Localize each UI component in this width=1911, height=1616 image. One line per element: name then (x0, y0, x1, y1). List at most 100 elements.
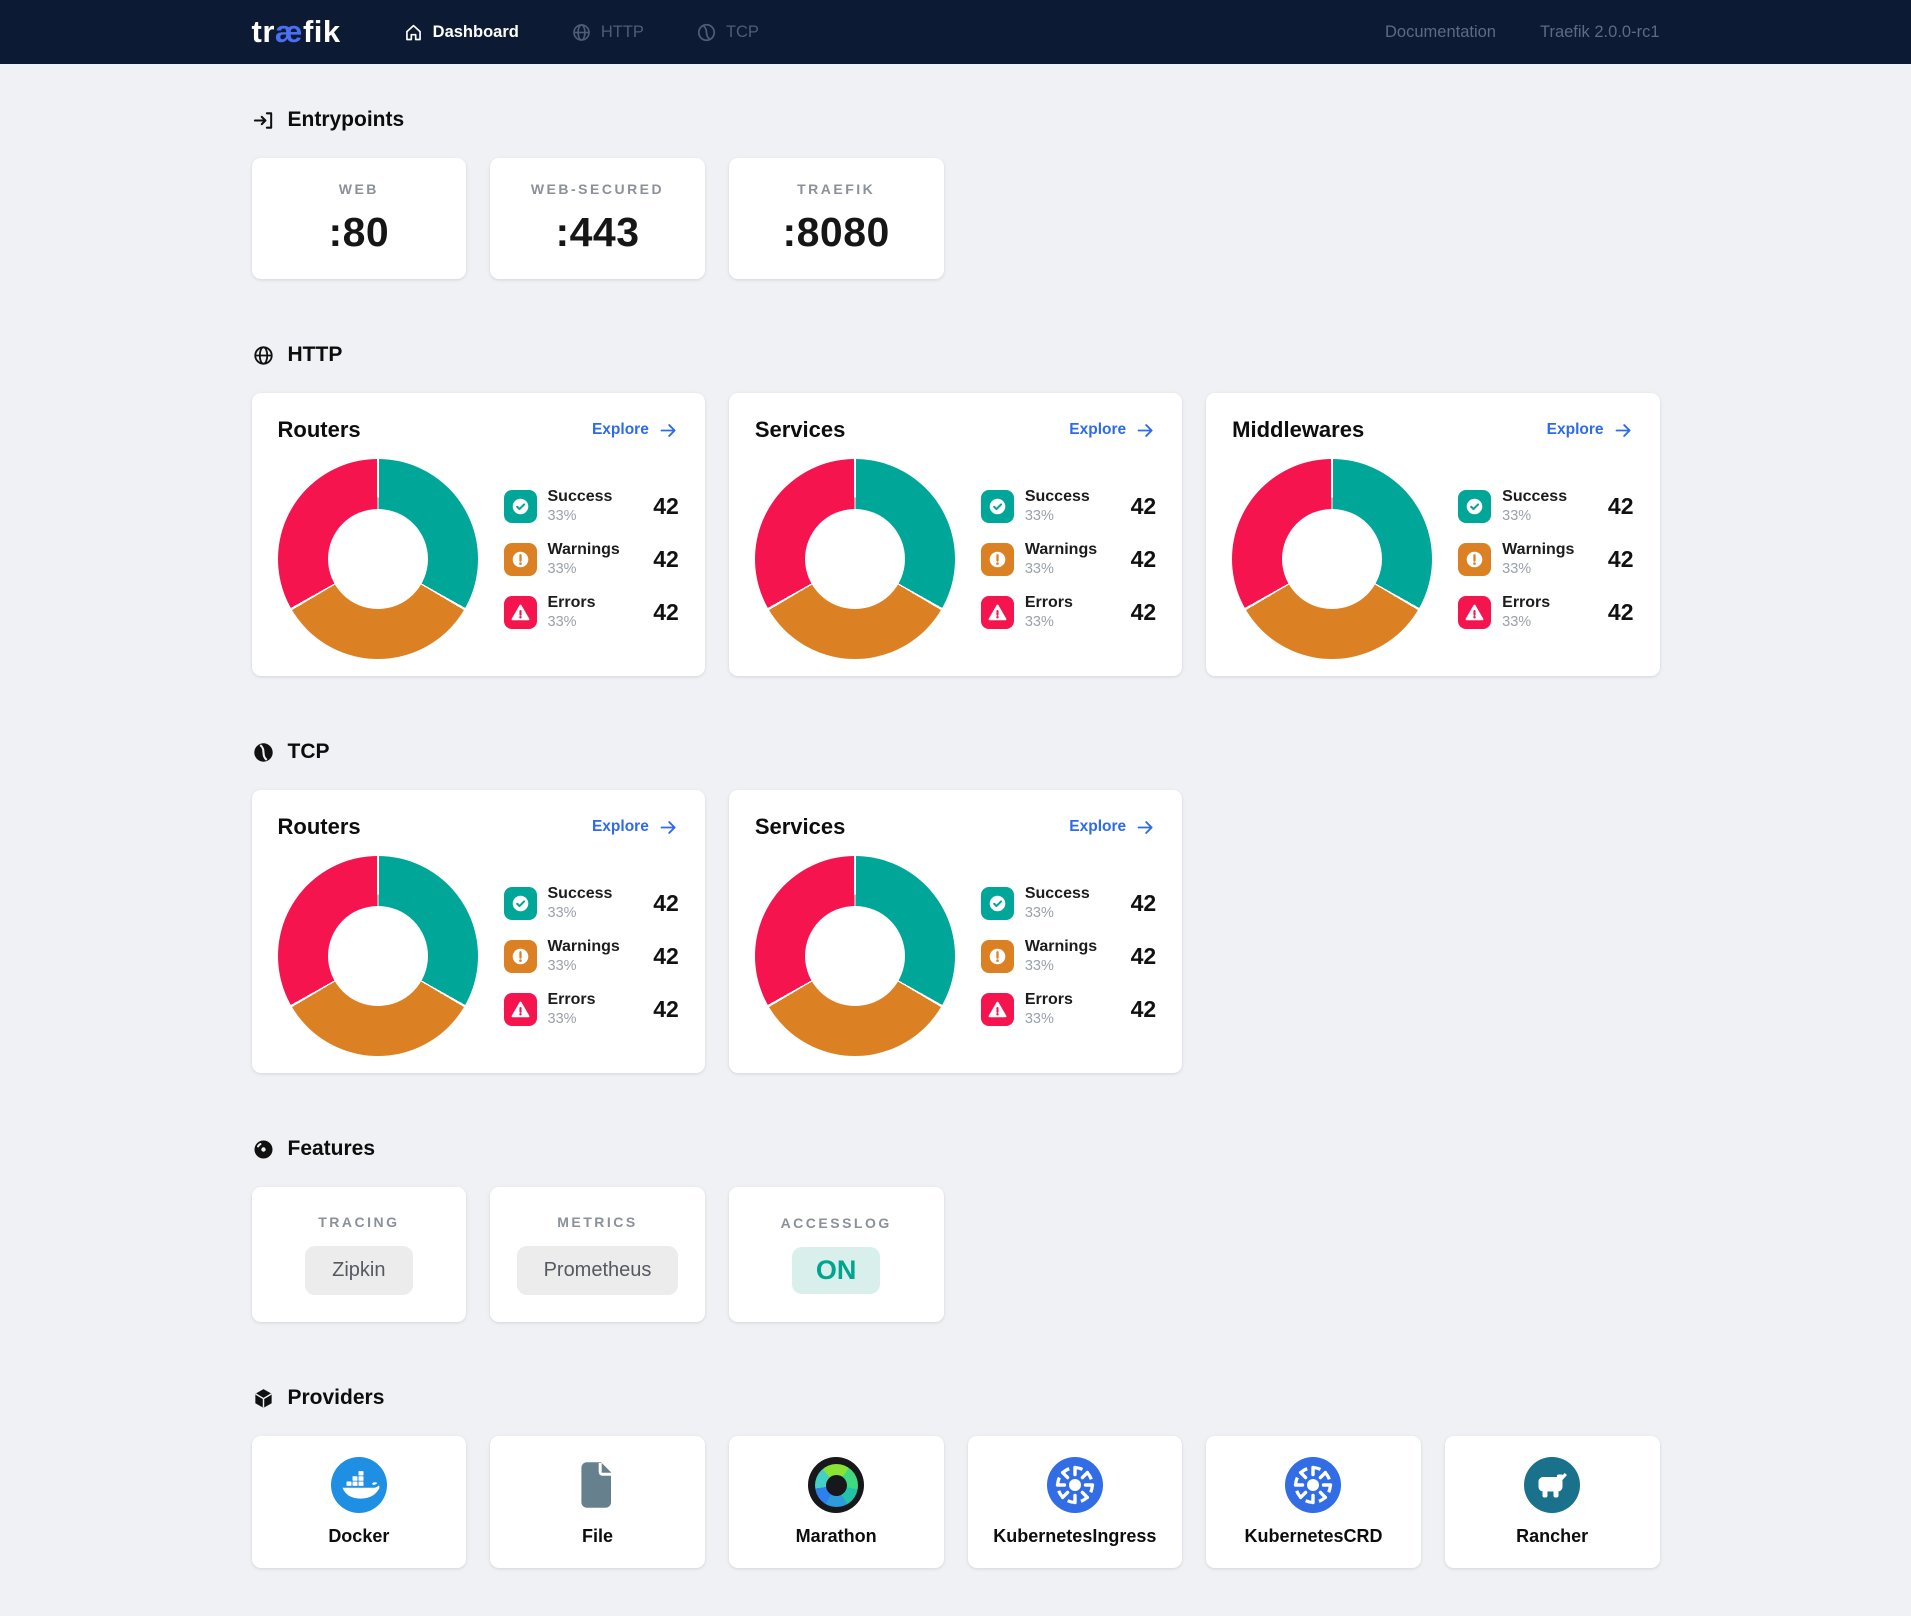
providers-grid: Docker File Marathon KubernetesIngress K… (252, 1436, 1660, 1568)
legend-name: Warnings (1025, 541, 1097, 559)
tcp-routers-card: Routers Explore Success33% 42 Warn (252, 790, 705, 1073)
entrypoint-port: :8080 (782, 209, 889, 256)
documentation-link[interactable]: Documentation (1385, 23, 1496, 42)
explore-label: Explore (592, 818, 649, 836)
http-routers-card: Routers Explore Success33% 42 Warn (252, 393, 705, 676)
entrypoint-card-web: WEB :80 (252, 158, 467, 279)
provider-card-rancher: Rancher (1445, 1436, 1660, 1568)
donut-chart (278, 459, 478, 659)
donut-legend: Success33% 42 Warnings33% 42 Errors33% 4… (504, 885, 679, 1027)
legend-row-success: Success33% 42 (504, 488, 679, 524)
legend-name: Warnings (548, 938, 620, 956)
explore-http-services-link[interactable]: Explore (1069, 420, 1156, 441)
legend-pct: 33% (1025, 508, 1090, 524)
entrypoint-label: TRAEFIK (797, 181, 875, 197)
legend-row-success: Success 33% 42 (1458, 488, 1633, 524)
legend-name: Errors (1025, 594, 1073, 612)
feature-on-badge: ON (792, 1247, 881, 1294)
explore-http-routers-link[interactable]: Explore (592, 420, 679, 441)
feature-card-tracing: TRACING Zipkin (252, 1187, 467, 1322)
provider-label: File (582, 1526, 613, 1547)
tcp-section-header: TCP (252, 740, 1660, 764)
legend-name: Errors (548, 594, 596, 612)
entrypoint-card-traefik: TRAEFIK :8080 (729, 158, 944, 279)
http-middlewares-card: Middlewares Explore Success33% 42 (1206, 393, 1659, 676)
legend-value: 42 (653, 890, 679, 917)
legend-row-errors: Errors 33% 42 (981, 594, 1156, 630)
cube-icon (252, 1387, 275, 1410)
legend-name: Success (1502, 488, 1567, 506)
logo-text: fik (303, 14, 341, 49)
legend-pct: 33% (1025, 614, 1073, 630)
top-navbar: træfik Dashboard HTTP TCP Documentation … (0, 0, 1911, 64)
check-circle-icon (1464, 496, 1485, 517)
tcp-grid: Routers Explore Success33% 42 Warn (252, 790, 1660, 1073)
legend-pct: 33% (1502, 614, 1550, 630)
legend-name: Warnings (548, 541, 620, 559)
feature-label: ACCESSLOG (781, 1215, 892, 1231)
provider-card-file: File (490, 1436, 705, 1568)
check-circle-icon (510, 496, 531, 517)
explore-tcp-routers-link[interactable]: Explore (592, 817, 679, 838)
legend-pct: 33% (548, 561, 620, 577)
legend-name: Errors (1502, 594, 1550, 612)
legend-row-warnings: Warnings33% 42 (504, 541, 679, 577)
http-section-header: HTTP (252, 343, 1660, 367)
nav-item-dashboard[interactable]: Dashboard (403, 22, 519, 43)
kubernetes-wheel-icon (1047, 1457, 1103, 1513)
tcp-icon (696, 22, 717, 43)
legend-row-success: Success33% 42 (504, 885, 679, 921)
feature-value-badge: Prometheus (517, 1246, 679, 1295)
nav-item-http[interactable]: HTTP (571, 22, 644, 43)
section-title: TCP (288, 740, 330, 764)
legend-pct: 33% (1025, 1011, 1073, 1027)
http-services-card: Services Explore Success33% 42 War (729, 393, 1182, 676)
legend-row-warnings: Warnings33% 42 (981, 541, 1156, 577)
provider-label: KubernetesCRD (1244, 1526, 1382, 1547)
kubernetes-wheel-icon (1285, 1457, 1341, 1513)
legend-pct: 33% (1502, 508, 1567, 524)
traefik-logo[interactable]: træfik (252, 14, 341, 50)
nav-item-label: HTTP (601, 23, 644, 42)
version-label: Traefik 2.0.0-rc1 (1540, 23, 1660, 42)
legend-row-warnings: Warnings33% 42 (504, 938, 679, 974)
explore-http-middlewares-link[interactable]: Explore (1547, 420, 1634, 441)
legend-row-errors: Errors 33% 42 (1458, 594, 1633, 630)
feature-value-badge: Zipkin (305, 1246, 412, 1295)
legend-value: 42 (653, 943, 679, 970)
exclamation-circle-icon (510, 946, 531, 967)
legend-row-warnings: Warnings33% 42 (981, 938, 1156, 974)
legend-pct: 33% (1025, 958, 1097, 974)
nav-item-tcp[interactable]: TCP (696, 22, 759, 43)
provider-label: Docker (328, 1526, 389, 1547)
provider-label: Rancher (1516, 1526, 1588, 1547)
section-title: Features (288, 1137, 376, 1161)
donut-legend: Success 33% 42 Warnings33% 42 Errors 33% 4… (1458, 488, 1633, 630)
nav-item-label: TCP (726, 23, 759, 42)
explore-label: Explore (1547, 421, 1604, 439)
explore-tcp-services-link[interactable]: Explore (1069, 817, 1156, 838)
legend-row-errors: Errors33% 42 (504, 594, 679, 630)
legend-name: Errors (1025, 991, 1073, 1009)
legend-value: 42 (653, 493, 679, 520)
legend-value: 42 (1131, 890, 1157, 917)
legend-name: Success (548, 488, 613, 506)
rancher-cow-icon (1524, 1457, 1580, 1513)
arrow-right-icon (1613, 420, 1634, 441)
legend-row-success: Success33% 42 (981, 488, 1156, 524)
donut-chart (755, 459, 955, 659)
features-grid: TRACING Zipkin METRICS Prometheus ACCESS… (252, 1187, 1660, 1322)
warning-triangle-icon (1464, 602, 1485, 623)
provider-card-kubernetescrd: KubernetesCRD (1206, 1436, 1421, 1568)
feature-card-metrics: METRICS Prometheus (490, 1187, 705, 1322)
entrypoint-card-web-secured: WEB-SECURED :443 (490, 158, 705, 279)
section-title: Providers (288, 1386, 385, 1410)
legend-value: 42 (1131, 599, 1157, 626)
legend-value: 42 (1608, 493, 1634, 520)
feature-label: METRICS (557, 1214, 638, 1230)
legend-row-warnings: Warnings33% 42 (1458, 541, 1633, 577)
legend-name: Success (548, 885, 613, 903)
logo-text: tr (252, 14, 275, 49)
exclamation-circle-icon (510, 549, 531, 570)
legend-value: 42 (1608, 599, 1634, 626)
